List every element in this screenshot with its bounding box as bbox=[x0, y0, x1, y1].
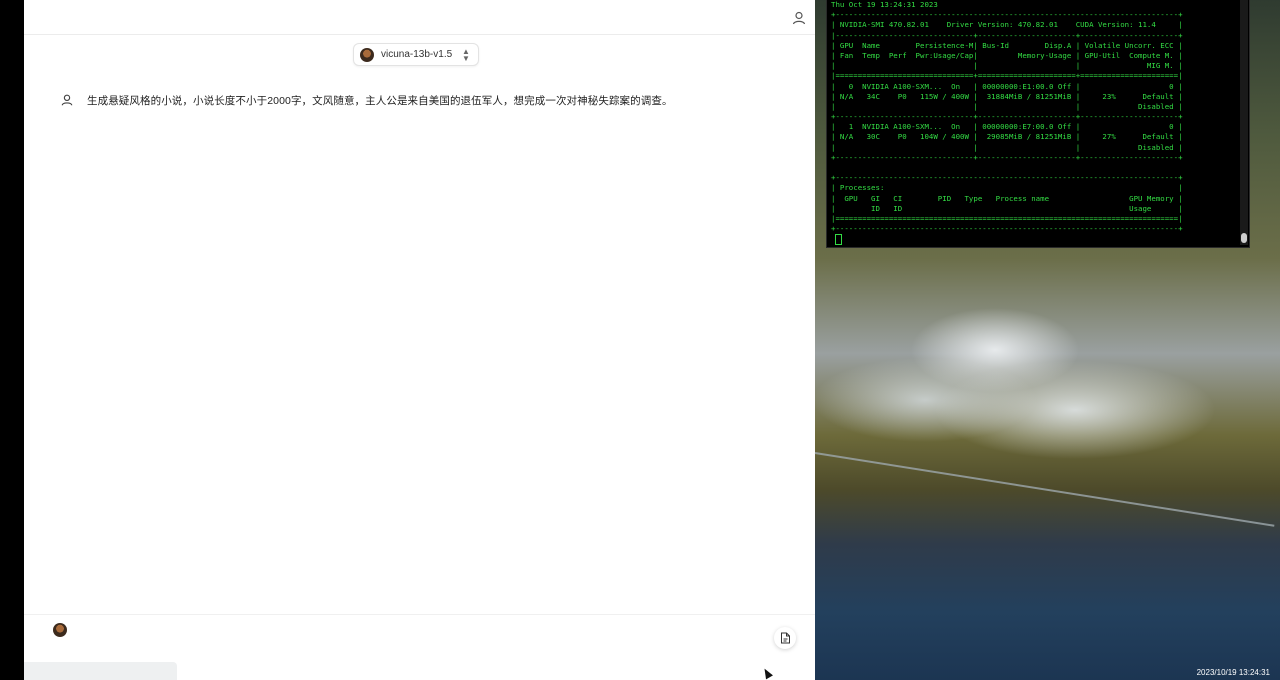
terminal-line: | | | MIG M. | bbox=[831, 61, 1183, 71]
terminal-line: | N/A 34C P0 115W / 400W | 31884MiB / 81… bbox=[831, 91, 1183, 101]
user-icon bbox=[61, 94, 73, 106]
model-name: vicuna-13b-v1.5 bbox=[381, 49, 453, 60]
terminal-window[interactable]: Thu Oct 19 13:24:31 2023 +---------------… bbox=[826, 0, 1250, 248]
terminal-line: +---------------------------------------… bbox=[831, 173, 1183, 183]
terminal-line: | GPU Name Persistence-M| Bus-Id Disp.A … bbox=[831, 40, 1183, 50]
terminal-line: | ID ID Usage | bbox=[831, 203, 1183, 213]
chat-window: vicuna-13b-v1.5 ▲ ▼ 生成悬疑风格的小说，小说长度不小于2000… bbox=[24, 0, 815, 680]
terminal-line: |===============================+=======… bbox=[831, 71, 1183, 81]
wallpaper-road bbox=[814, 452, 1275, 527]
terminal-line: | NVIDIA-SMI 470.82.01 Driver Version: 4… bbox=[831, 20, 1183, 30]
terminal-line: +-------------------------------+-------… bbox=[831, 112, 1183, 122]
vicuna-avatar-icon bbox=[53, 623, 67, 637]
terminal-line: | Processes: | bbox=[831, 183, 1183, 193]
attach-document-button[interactable] bbox=[774, 627, 796, 649]
message-text: 生成悬疑风格的小说，小说长度不小于2000字，文风随意，主人公是来自美国的退伍军… bbox=[87, 94, 673, 107]
terminal-line: |=======================================… bbox=[831, 213, 1183, 223]
terminal-scroll-thumb[interactable] bbox=[1241, 233, 1247, 243]
terminal-line: | N/A 30C P0 104W / 400W | 29085MiB / 81… bbox=[831, 132, 1183, 142]
terminal-output: Thu Oct 19 13:24:31 2023 +---------------… bbox=[827, 0, 1249, 234]
terminal-line: +---------------------------------------… bbox=[831, 10, 1183, 20]
vicuna-avatar-icon bbox=[360, 47, 374, 62]
chat-header bbox=[24, 0, 815, 35]
terminal-line: +-------------------------------+-------… bbox=[831, 152, 1183, 162]
terminal-line: | GPU GI CI PID Type Process name GPU Me… bbox=[831, 193, 1183, 203]
terminal-line: | | | Disabled | bbox=[831, 101, 1183, 111]
bottom-toolbar bbox=[24, 662, 177, 680]
user-menu-button[interactable] bbox=[791, 10, 807, 26]
terminal-scrollbar[interactable] bbox=[1240, 0, 1248, 245]
terminal-line: | Fan Temp Perf Pwr:Usage/Cap| Memory-Us… bbox=[831, 50, 1183, 60]
terminal-cursor bbox=[835, 234, 842, 246]
system-clock: 2023/10/19 13:24:31 bbox=[1196, 668, 1270, 677]
terminal-line: +---------------------------------------… bbox=[831, 224, 1183, 234]
document-icon bbox=[780, 632, 790, 644]
user-icon bbox=[792, 11, 806, 25]
terminal-prompt[interactable] bbox=[827, 234, 1249, 246]
terminal-line: |-------------------------------+-------… bbox=[831, 30, 1183, 40]
up-down-chevron-icon: ▲ ▼ bbox=[462, 46, 470, 63]
terminal-line: | 0 NVIDIA A100-SXM... On | 00000000:E1:… bbox=[831, 81, 1183, 91]
terminal-line: | 1 NVIDIA A100-SXM... On | 00000000:E7:… bbox=[831, 122, 1183, 132]
terminal-line: | | | Disabled | bbox=[831, 142, 1183, 152]
message-input[interactable] bbox=[76, 623, 770, 643]
terminal-line: Thu Oct 19 13:24:31 2023 bbox=[831, 0, 938, 9]
user-message: 生成悬疑风格的小说，小说长度不小于2000字，文风随意，主人公是来自美国的退伍军… bbox=[60, 90, 800, 110]
model-selector[interactable]: vicuna-13b-v1.5 ▲ ▼ bbox=[353, 43, 479, 66]
